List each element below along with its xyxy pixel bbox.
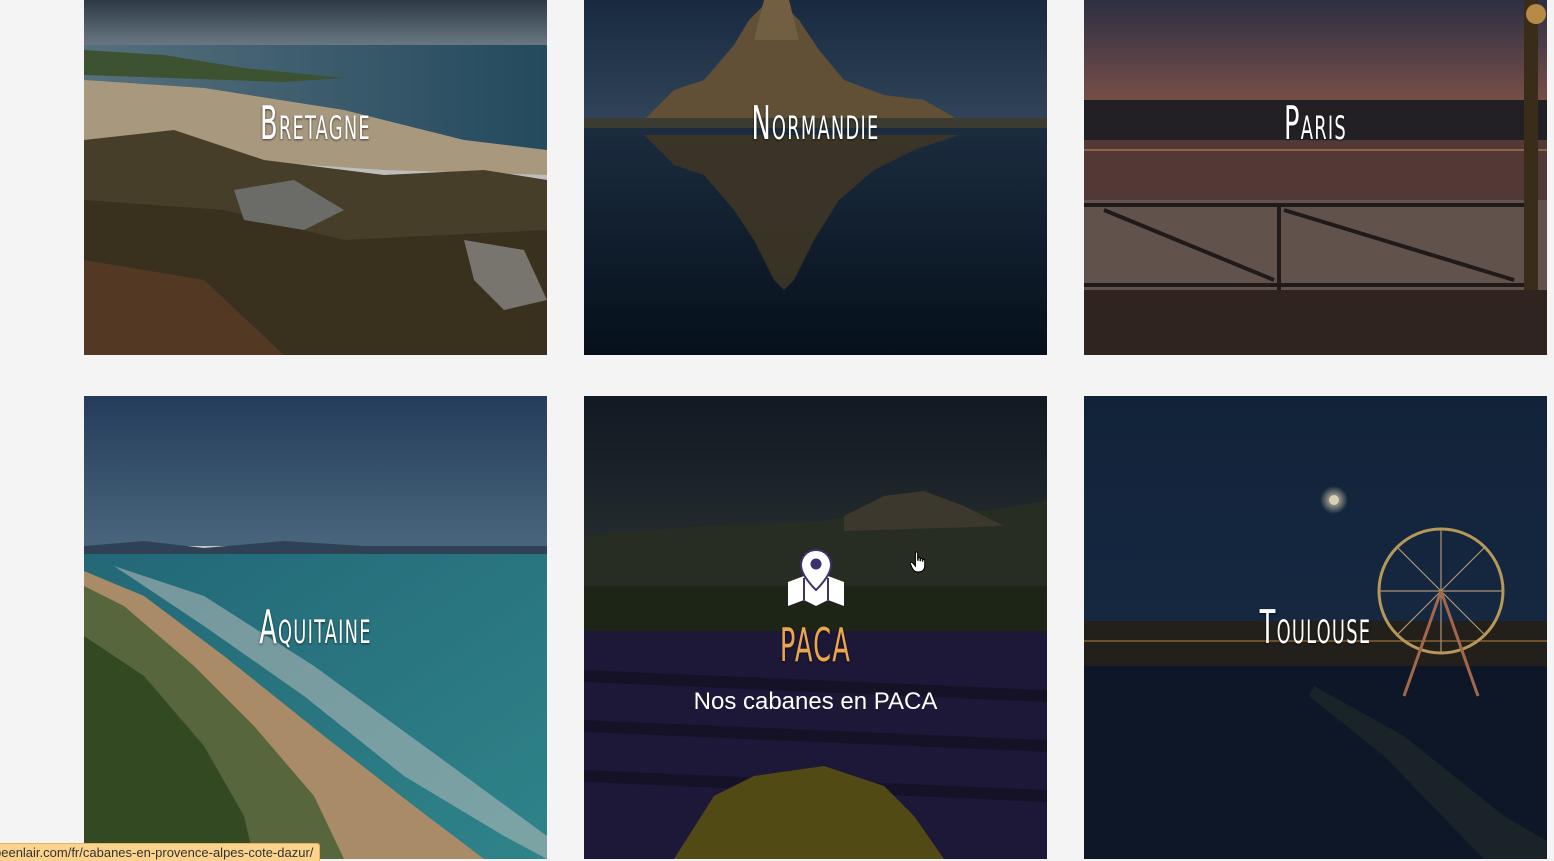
region-tile-paca[interactable]: PACA Nos cabanes en PACA <box>584 396 1047 859</box>
region-tile-normandie[interactable]: Normandie <box>584 0 1047 355</box>
region-tile-bretagne[interactable]: Bretagne <box>84 0 547 355</box>
tile-title: Aquitaine <box>259 600 372 654</box>
tile-title: Bretagne <box>260 96 371 150</box>
tile-title: PACA <box>779 618 852 672</box>
status-url: peenlair.com/fr/cabanes-en-provence-alpe… <box>0 845 314 860</box>
tile-overlay <box>584 0 1047 355</box>
region-tile-toulouse[interactable]: Toulouse <box>1084 396 1547 859</box>
tile-overlay <box>1084 0 1547 355</box>
browser-status-bar: peenlair.com/fr/cabanes-en-provence-alpe… <box>0 843 321 861</box>
region-tile-paris[interactable]: Paris <box>1084 0 1547 355</box>
tile-title: Toulouse <box>1259 600 1372 654</box>
map-marker-icon <box>788 548 844 606</box>
tile-subtitle: Nos cabanes en PACA <box>693 688 938 715</box>
tile-title: Paris <box>1284 96 1347 150</box>
region-tile-aquitaine[interactable]: Aquitaine <box>84 396 547 859</box>
tile-title: Normandie <box>751 96 880 150</box>
hand-pointer-icon <box>910 551 926 573</box>
tile-overlay <box>84 0 547 355</box>
